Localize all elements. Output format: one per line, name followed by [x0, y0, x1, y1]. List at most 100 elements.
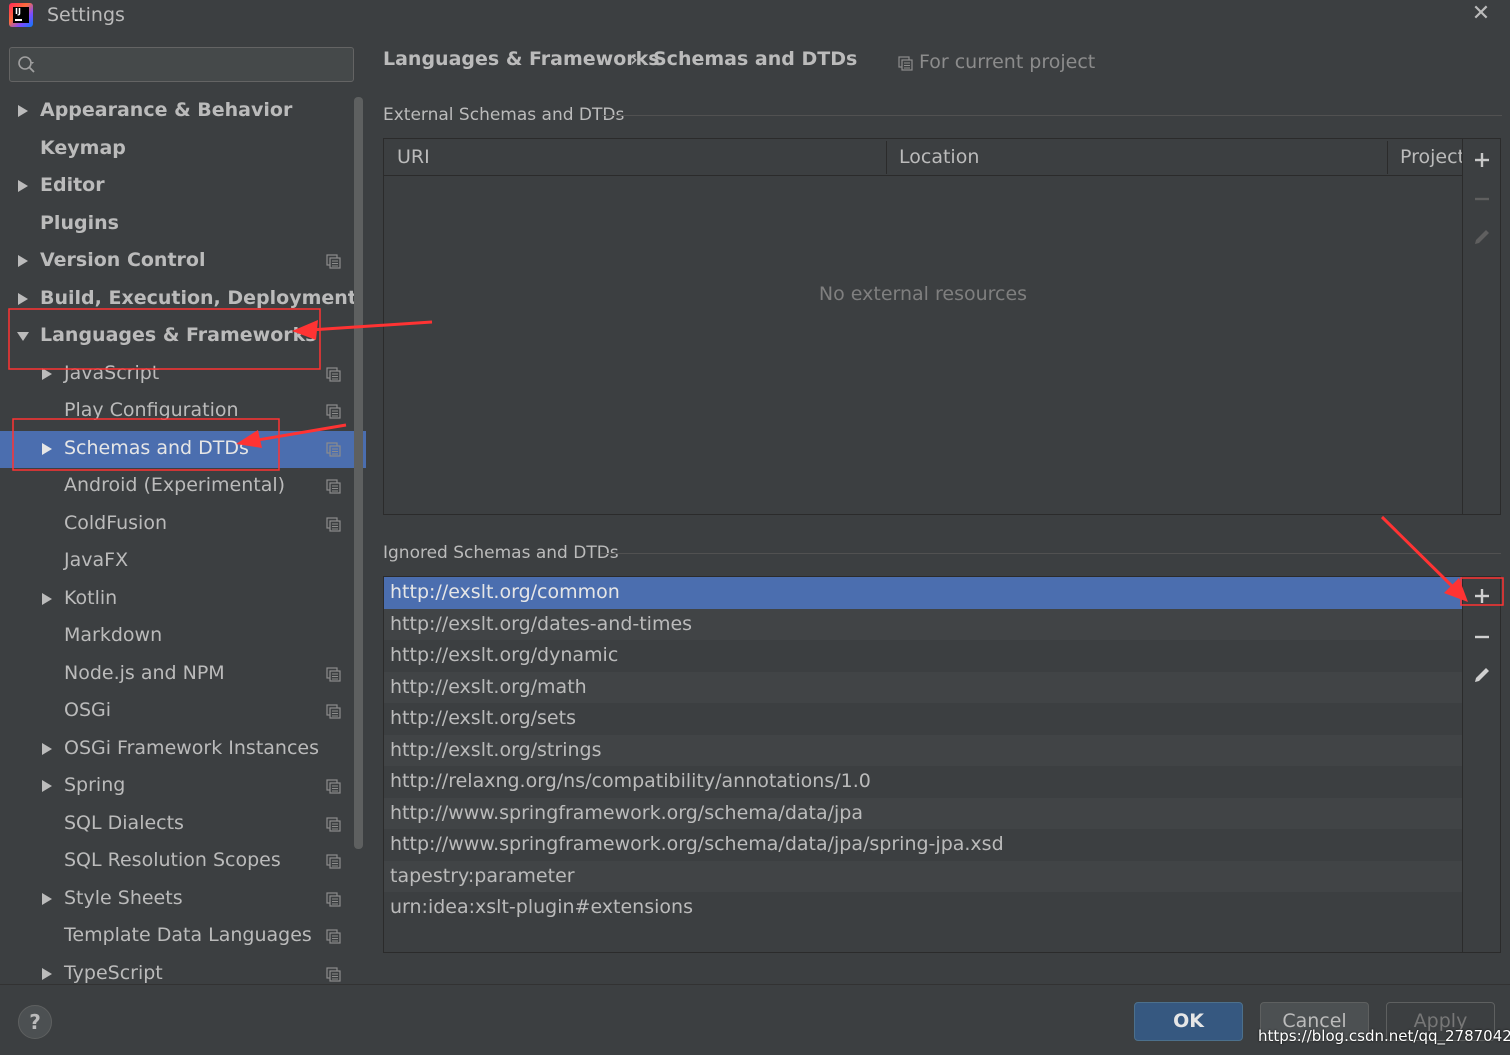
- sidebar-item-label: OSGi: [64, 699, 112, 721]
- remove-icon[interactable]: [1472, 189, 1492, 209]
- project-level-icon: [326, 854, 341, 869]
- remove-icon[interactable]: [1472, 627, 1492, 647]
- sidebar-item[interactable]: TypeScript: [0, 956, 366, 985]
- sidebar-item[interactable]: Languages & Frameworks: [0, 318, 366, 355]
- list-item[interactable]: http://exslt.org/dates-and-times: [384, 608, 1462, 640]
- sidebar-item-label: SQL Dialects: [64, 811, 184, 834]
- collapsed-arrow-icon[interactable]: [40, 367, 54, 381]
- column-project[interactable]: Project: [1387, 139, 1465, 176]
- sidebar-item-label: Play Configuration: [64, 399, 239, 421]
- list-item[interactable]: http://www.springframework.org/schema/da…: [384, 829, 1462, 861]
- sidebar-item[interactable]: ColdFusion: [0, 506, 366, 543]
- collapsed-arrow-icon[interactable]: [40, 742, 54, 756]
- project-level-icon: [326, 929, 341, 944]
- sidebar-item[interactable]: Schemas and DTDs: [0, 430, 366, 468]
- sidebar-item[interactable]: Keymap: [0, 131, 366, 168]
- search-input[interactable]: [9, 47, 354, 82]
- sidebar-item[interactable]: Markdown: [0, 618, 366, 655]
- list-item[interactable]: http://exslt.org/math: [384, 671, 1462, 703]
- table-header: URI Location Project: [384, 139, 1465, 176]
- sidebar-item-label: Appearance & Behavior: [40, 99, 293, 121]
- list-item[interactable]: tapestry:parameter: [384, 860, 1462, 892]
- dialog-footer: ? OK Cancel Apply https://blog.csdn.net/…: [0, 984, 1510, 1055]
- external-resources-table[interactable]: URI Location Project No external resourc…: [383, 138, 1501, 515]
- sidebar-item[interactable]: Node.js and NPM: [0, 656, 366, 693]
- project-level-icon: [326, 891, 341, 907]
- sidebar-item[interactable]: Build, Execution, Deployment: [0, 281, 366, 318]
- sidebar-item-label: Spring: [64, 774, 126, 796]
- sidebar-item[interactable]: Appearance & Behavior: [0, 93, 366, 130]
- project-level-icon: [326, 816, 341, 832]
- add-icon[interactable]: [1472, 586, 1492, 606]
- sidebar-item-label: OSGi Framework Instances: [64, 736, 319, 759]
- main-panel: Languages & Frameworks › Schemas and DTD…: [366, 33, 1510, 984]
- collapsed-arrow-icon[interactable]: [40, 967, 54, 981]
- sidebar-item-label: Node.js and NPM: [64, 661, 225, 684]
- sidebar-item[interactable]: SQL Resolution Scopes: [0, 843, 366, 880]
- sidebar-item-label: Languages & Frameworks: [40, 324, 317, 346]
- collapsed-arrow-icon[interactable]: [40, 779, 54, 793]
- sidebar-item-label: Markdown: [64, 624, 163, 646]
- breadcrumb-parent[interactable]: Languages & Frameworks: [383, 48, 660, 70]
- project-level-icon: [326, 704, 341, 719]
- sidebar-item[interactable]: Play Configuration: [0, 393, 366, 430]
- close-icon[interactable]: ✕: [1470, 3, 1492, 25]
- sidebar-item[interactable]: Spring: [0, 768, 366, 805]
- sidebar-item[interactable]: Version Control: [0, 243, 366, 280]
- project-level-icon: [326, 254, 341, 269]
- column-uri[interactable]: URI: [384, 139, 886, 176]
- edit-pencil-icon[interactable]: [1472, 227, 1492, 247]
- sidebar-item[interactable]: Style Sheets: [0, 881, 366, 918]
- project-level-icon: [326, 441, 341, 457]
- sidebar-item[interactable]: Template Data Languages: [0, 918, 366, 955]
- column-location[interactable]: Location: [886, 139, 1388, 176]
- add-icon[interactable]: [1472, 150, 1492, 170]
- collapsed-arrow-icon[interactable]: [40, 892, 54, 906]
- project-level-icon: [326, 479, 341, 494]
- collapsed-arrow-icon[interactable]: [16, 179, 30, 193]
- sidebar-item-label: Version Control: [40, 249, 206, 271]
- intellij-app-icon: IJ: [9, 3, 33, 27]
- help-button[interactable]: ?: [18, 1005, 52, 1039]
- ok-button[interactable]: OK: [1134, 1002, 1243, 1041]
- sidebar-item[interactable]: JavaScript: [0, 356, 366, 393]
- sidebar-item[interactable]: Editor: [0, 168, 366, 205]
- ignored-section-title: Ignored Schemas and DTDs: [383, 543, 619, 563]
- sidebar-item[interactable]: OSGi: [0, 693, 366, 730]
- collapsed-arrow-icon[interactable]: [40, 442, 54, 456]
- sidebar-item[interactable]: OSGi Framework Instances: [0, 731, 366, 768]
- collapsed-arrow-icon[interactable]: [16, 292, 30, 306]
- project-level-icon: [326, 666, 341, 682]
- sidebar-item[interactable]: Plugins: [0, 206, 366, 243]
- collapsed-arrow-icon[interactable]: [16, 104, 30, 118]
- expanded-arrow-icon[interactable]: [16, 329, 30, 343]
- collapsed-arrow-icon[interactable]: [40, 592, 54, 606]
- list-item[interactable]: http://exslt.org/sets: [384, 703, 1462, 735]
- project-level-icon: [326, 404, 341, 419]
- scope-label: For current project: [919, 51, 1096, 73]
- sidebar-item[interactable]: Kotlin: [0, 581, 366, 618]
- breadcrumb-separator: ›: [630, 47, 638, 71]
- sidebar-item-label: TypeScript: [64, 961, 163, 984]
- sidebar-item-label: JavaFX: [64, 549, 129, 571]
- sidebar-item-label: Build, Execution, Deployment: [40, 286, 357, 309]
- sidebar-item[interactable]: SQL Dialects: [0, 806, 366, 843]
- list-item[interactable]: http://relaxng.org/ns/compatibility/anno…: [384, 766, 1462, 798]
- edit-pencil-icon[interactable]: [1472, 665, 1492, 685]
- sidebar-item-label: Keymap: [40, 136, 126, 159]
- list-item[interactable]: http://exslt.org/strings: [384, 734, 1462, 766]
- list-item[interactable]: http://www.springframework.org/schema/da…: [384, 797, 1462, 829]
- section-divider: [602, 115, 1502, 116]
- sidebar-item-label: Kotlin: [64, 586, 118, 609]
- sidebar-scrollbar[interactable]: [354, 97, 363, 849]
- sidebar-item-label: JavaScript: [64, 361, 160, 384]
- sidebar-item[interactable]: Android (Experimental): [0, 468, 366, 505]
- sidebar-item[interactable]: JavaFX: [0, 543, 366, 580]
- window-title: Settings: [47, 4, 125, 26]
- list-item[interactable]: http://exslt.org/dynamic: [384, 640, 1462, 672]
- external-section-title: External Schemas and DTDs: [383, 105, 625, 125]
- collapsed-arrow-icon[interactable]: [16, 254, 30, 268]
- list-item[interactable]: http://exslt.org/common: [384, 577, 1462, 609]
- list-item[interactable]: urn:idea:xslt-plugin#extensions: [384, 892, 1462, 924]
- ignored-schemas-list[interactable]: http://exslt.org/common http://exslt.org/…: [383, 576, 1501, 953]
